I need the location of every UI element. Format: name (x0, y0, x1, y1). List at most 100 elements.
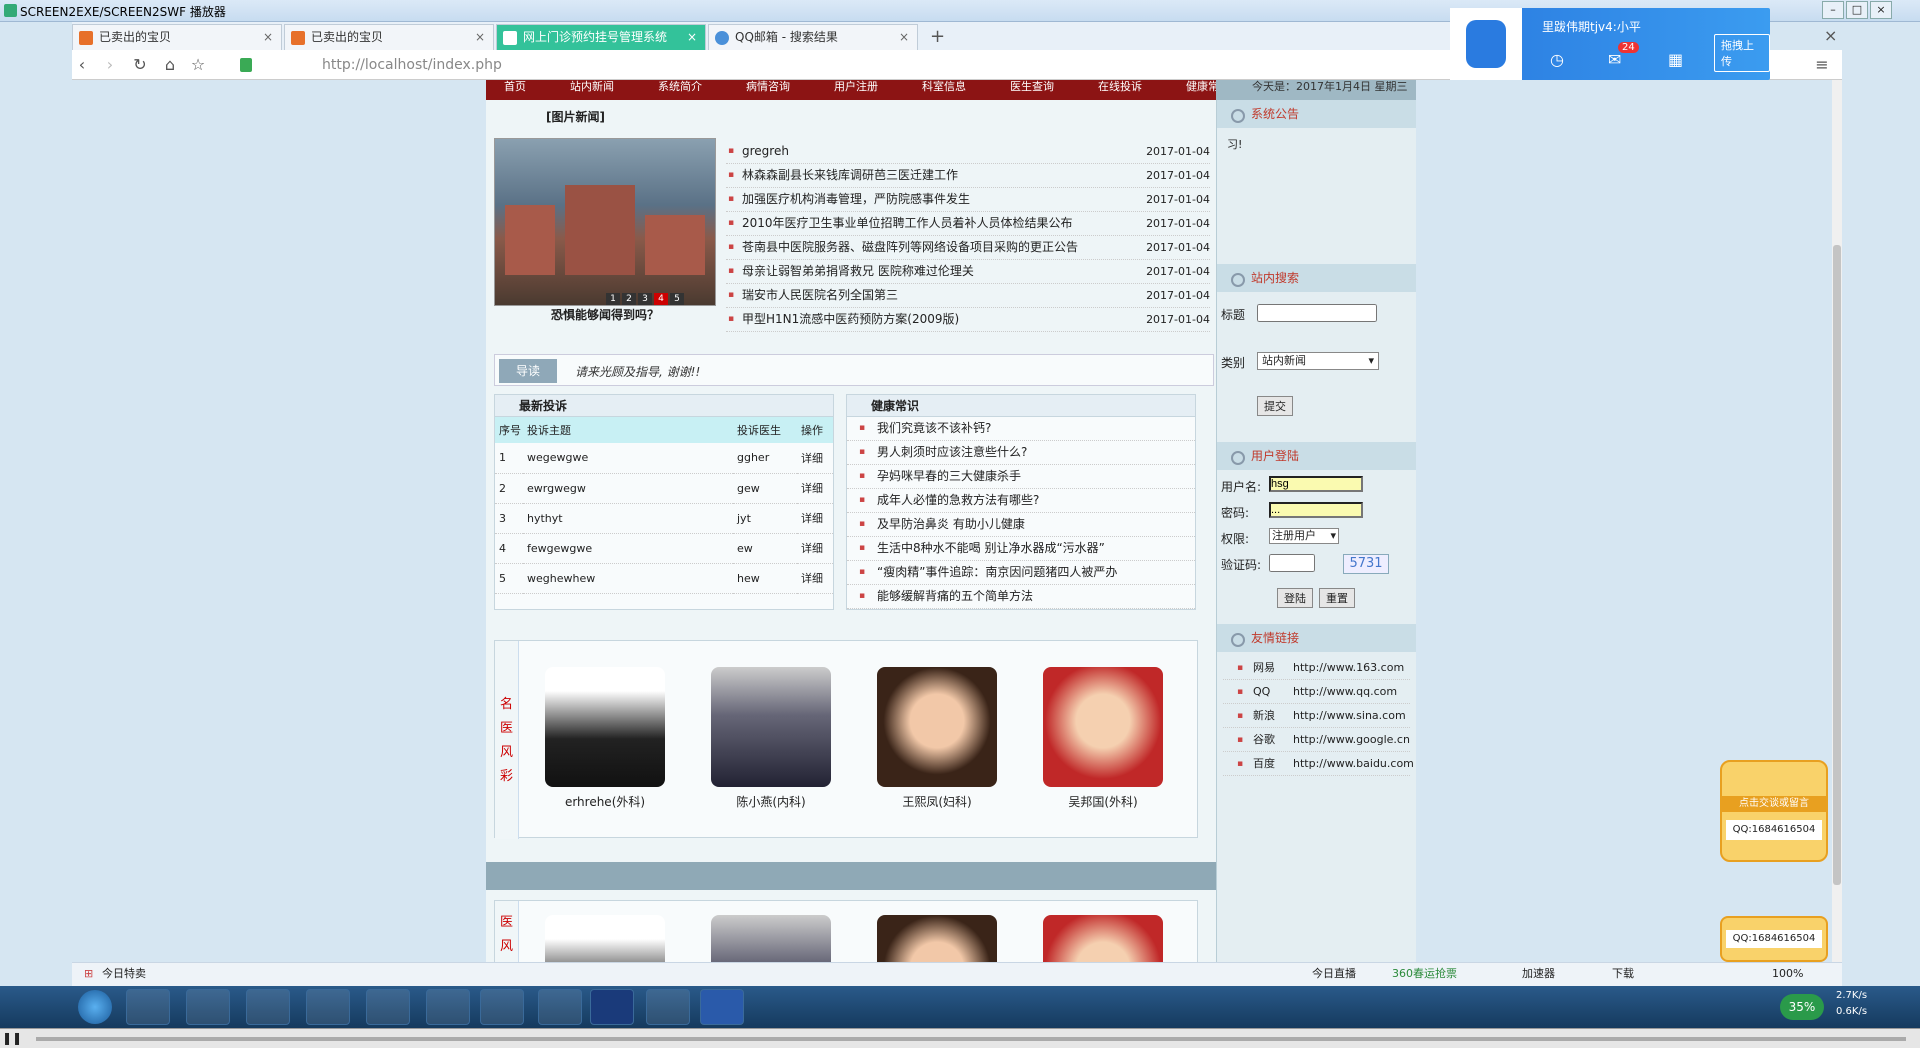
doctor-card[interactable] (1043, 915, 1163, 962)
list-item[interactable]: 谷歌http://www.google.cn (1223, 728, 1410, 752)
nav-register[interactable]: 用户注册 (834, 80, 878, 94)
close-tab-icon[interactable]: × (263, 25, 273, 49)
search-type-select[interactable]: 站内新闻 ▾ (1257, 352, 1379, 370)
detail-link[interactable]: 详细 (797, 473, 833, 504)
today-sale-link[interactable]: 今日特卖 (102, 963, 146, 985)
mail-icon[interactable]: ✉ (1608, 50, 1621, 69)
list-item[interactable]: 苍南县中医院服务器、磁盘阵列等网络设备项目采购的更正公告2017-01-04 (726, 236, 1210, 260)
nav-complaint[interactable]: 在线投诉 (1098, 80, 1142, 94)
detail-link[interactable]: 详细 (797, 533, 833, 564)
doctor-card[interactable] (545, 915, 665, 962)
start-button[interactable] (78, 990, 112, 1024)
doctor-card[interactable]: 吴邦国(外科) (1043, 667, 1163, 810)
doctor-card[interactable] (877, 915, 997, 962)
list-item[interactable]: 我们究竟该不该补钙? (847, 417, 1195, 441)
tab-sold-items-1[interactable]: 已卖出的宝贝 × (72, 24, 282, 50)
pager-5[interactable]: 5 (670, 293, 684, 305)
progress-track[interactable] (36, 1037, 1906, 1041)
photoshop-icon[interactable] (590, 989, 634, 1025)
close-tab-icon[interactable]: × (475, 25, 485, 49)
star-icon[interactable]: ☆ (188, 55, 208, 75)
refresh-icon[interactable]: ↻ (130, 55, 150, 75)
close-tab-icon[interactable]: × (687, 25, 697, 49)
upload-button[interactable]: 拖拽上传 (1714, 34, 1770, 72)
search-title-input[interactable] (1257, 304, 1377, 322)
list-item[interactable]: 甲型H1N1流感中医药预防方案(2009版)2017-01-04 (726, 308, 1210, 332)
nav-intro[interactable]: 系统简介 (658, 80, 702, 94)
list-item[interactable]: 2010年医疗卫生事业单位招聘工作人员着补人员体检结果公布2017-01-04 (726, 212, 1210, 236)
pause-icon[interactable]: ❚❚ (2, 1031, 22, 1045)
nav-home[interactable]: 首页 (504, 80, 526, 94)
reset-button[interactable]: 重置 (1319, 588, 1355, 608)
captcha-image[interactable]: 5731 (1343, 554, 1389, 574)
pager-2[interactable]: 2 (622, 293, 636, 305)
qq-number[interactable]: QQ:1684616504 (1726, 820, 1822, 840)
clock-icon[interactable]: ◷ (1550, 50, 1564, 69)
nav-dept[interactable]: 科室信息 (922, 80, 966, 94)
minimize-button[interactable]: – (1822, 1, 1844, 19)
scrollbar-thumb[interactable] (1833, 245, 1841, 885)
doctor-card[interactable]: 陈小燕(内科) (711, 667, 831, 810)
news-image[interactable] (494, 138, 716, 306)
password-field[interactable] (1269, 502, 1363, 518)
ie-icon[interactable] (246, 989, 290, 1025)
app-red-icon[interactable] (480, 989, 524, 1025)
pager-4[interactable]: 4 (654, 293, 668, 305)
live-link[interactable]: 今日直播 (1312, 963, 1356, 985)
tickets-link[interactable]: 360春运抢票 (1392, 963, 1457, 985)
menu-icon[interactable]: ≡ (1812, 55, 1832, 75)
folder-icon[interactable] (306, 989, 350, 1025)
detail-link[interactable]: 详细 (797, 503, 833, 534)
forward-icon[interactable]: › (100, 55, 120, 75)
role-select[interactable]: 注册用户 ▾ (1269, 528, 1339, 544)
player-icon[interactable] (646, 989, 690, 1025)
list-item[interactable]: 瑞安市人民医院名列全国第三2017-01-04 (726, 284, 1210, 308)
list-item[interactable]: 孕妈咪早春的三大健康杀手 (847, 465, 1195, 489)
tab-clinic-system[interactable]: 网上门诊预约挂号管理系统 × (496, 24, 706, 50)
nav-news[interactable]: 站内新闻 (570, 80, 614, 94)
speed-percent[interactable]: 35% (1780, 994, 1824, 1020)
tool-icon[interactable] (538, 989, 582, 1025)
list-item[interactable]: 网易http://www.163.com (1223, 656, 1410, 680)
list-item[interactable]: QQhttp://www.qq.com (1223, 680, 1410, 704)
network-icon[interactable] (426, 989, 470, 1025)
notification-popup[interactable]: 里跋伟期tjv4:小平 ◷ ✉ 24 ▦ 拖拽上传 (1450, 8, 1770, 80)
list-item[interactable]: “瘦肉精”事件追踪：南京因问题猪四人被严办 (847, 561, 1195, 585)
tab-sold-items-2[interactable]: 已卖出的宝贝 × (284, 24, 494, 50)
download-link[interactable]: 下载 (1612, 963, 1634, 985)
nav-health[interactable]: 健康常识 (1186, 80, 1216, 94)
url-input[interactable]: http://localhost/index.php (322, 57, 502, 73)
list-item[interactable]: 新浪http://www.sina.com (1223, 704, 1410, 728)
login-button[interactable]: 登陆 (1277, 588, 1313, 608)
list-item[interactable]: 能够缓解背痛的五个简单方法 (847, 585, 1195, 609)
nav-doctor[interactable]: 医生查询 (1010, 80, 1054, 94)
detail-link[interactable]: 详细 (797, 563, 833, 594)
list-item[interactable]: 及早防治鼻炎 有助小儿健康 (847, 513, 1195, 537)
image-caption[interactable]: 恐惧能够闻得到吗？ (494, 306, 716, 322)
username-field[interactable] (1269, 476, 1363, 492)
list-item[interactable]: 生活中8种水不能喝 别让净水器成“污水器” (847, 537, 1195, 561)
accelerator-link[interactable]: 加速器 (1522, 963, 1555, 985)
pager-1[interactable]: 1 (606, 293, 620, 305)
doctor-card[interactable] (711, 915, 831, 962)
calendar-icon[interactable]: ▦ (1668, 50, 1683, 69)
list-item[interactable]: 成年人必懂的急救方法有哪些? (847, 489, 1195, 513)
app-360-icon[interactable] (126, 989, 170, 1025)
browser-icon[interactable] (366, 989, 410, 1025)
nav-consult[interactable]: 病情咨询 (746, 80, 790, 94)
tab-qq-mail[interactable]: QQ邮箱 - 搜索结果 × (708, 24, 918, 50)
new-tab-button[interactable]: + (930, 26, 945, 47)
pager-3[interactable]: 3 (638, 293, 652, 305)
maximize-button[interactable]: □ (1846, 1, 1868, 19)
list-item[interactable]: 加强医疗机构消毒管理，严防院感事件发生2017-01-04 (726, 188, 1210, 212)
word-icon[interactable] (700, 989, 744, 1025)
qq-click-label[interactable]: 点击交谈或留言 (1722, 796, 1826, 812)
zoom-level[interactable]: 100% (1772, 963, 1803, 985)
list-item[interactable]: 百度http://www.baidu.com (1223, 752, 1414, 776)
list-item[interactable]: gregreh2017-01-04 (726, 140, 1210, 164)
close-tab-icon[interactable]: × (899, 25, 909, 49)
user-app-icon[interactable] (186, 989, 230, 1025)
home-icon[interactable]: ⌂ (160, 55, 180, 75)
list-item[interactable]: 男人刺须时应该注意些什么? (847, 441, 1195, 465)
list-item[interactable]: 母亲让弱智弟弟捐肾救兄 医院称难过伦理关2017-01-04 (726, 260, 1210, 284)
